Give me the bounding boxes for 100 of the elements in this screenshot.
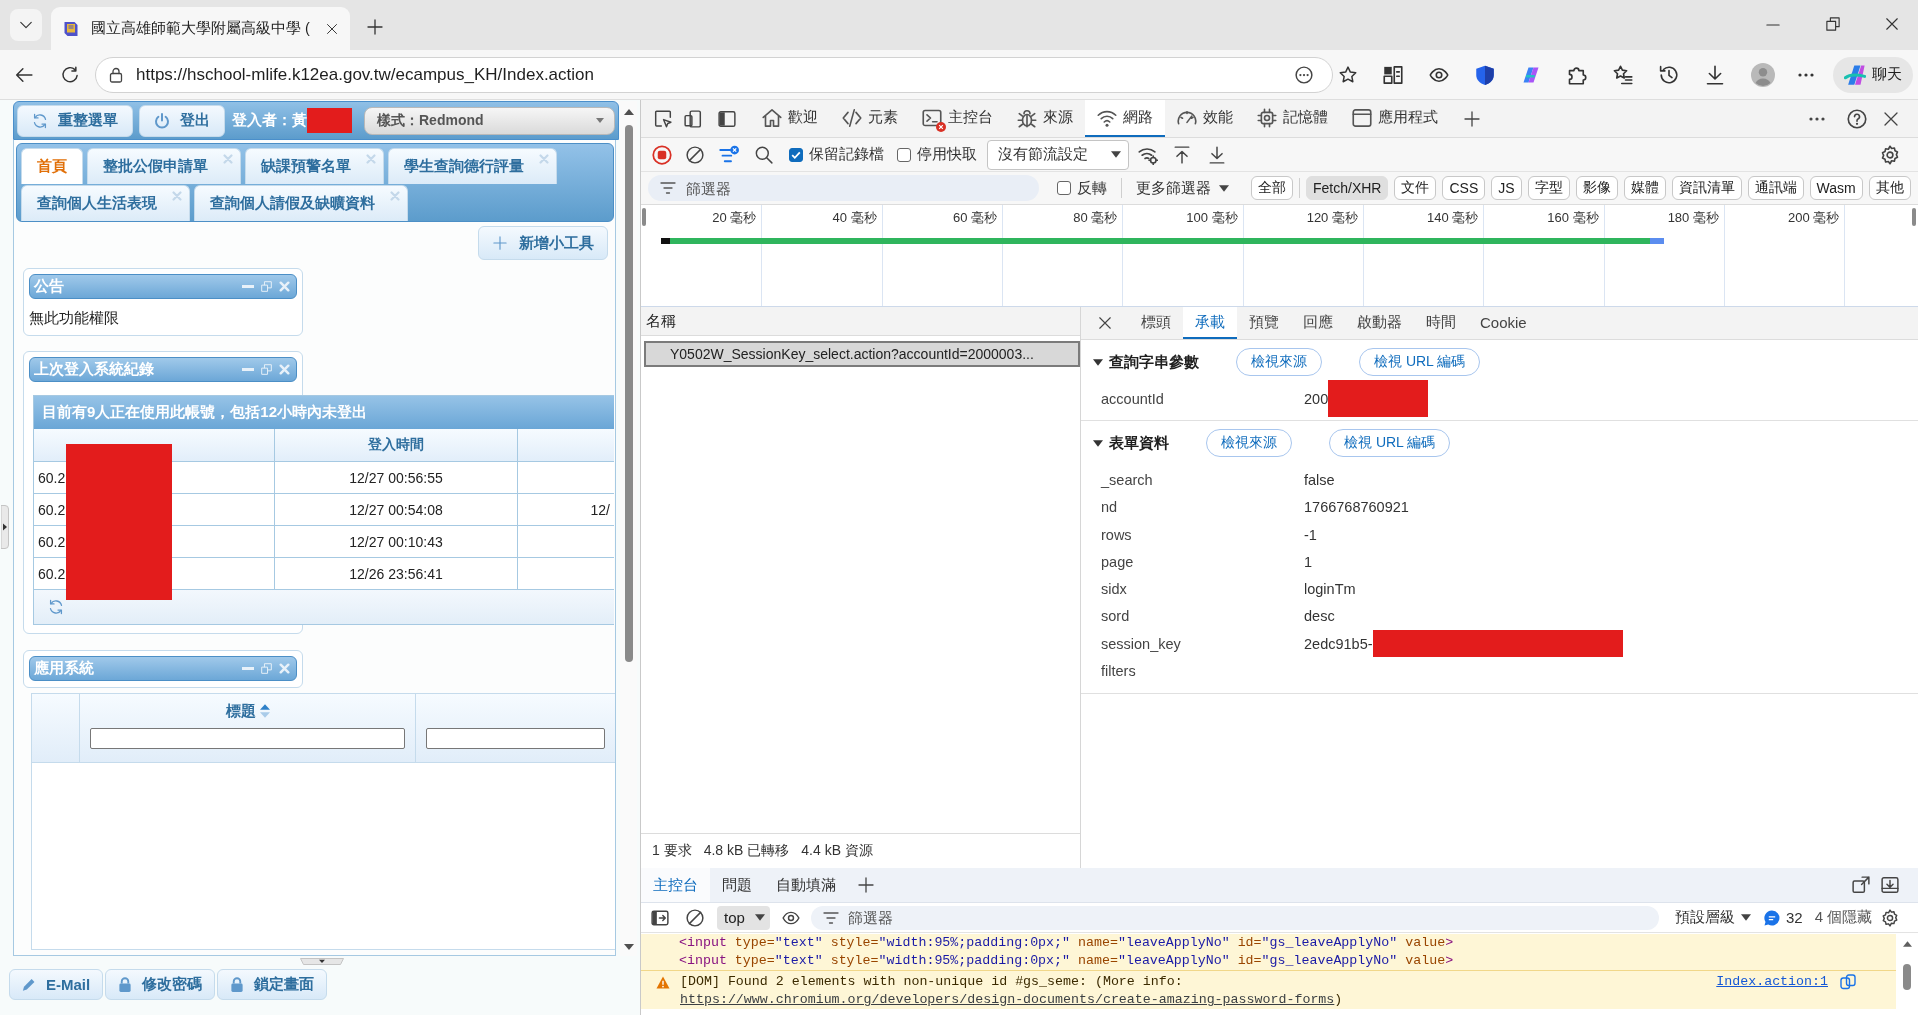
close-icon[interactable] xyxy=(326,22,338,35)
scroll-down-icon[interactable] xyxy=(623,944,634,950)
drawer-tab[interactable]: 自動填滿 xyxy=(764,868,848,902)
footer-button[interactable]: 修改密碼 xyxy=(105,969,216,1000)
tray-icon[interactable] xyxy=(1881,876,1899,894)
view-button[interactable]: 檢視 URL 編碼 xyxy=(1359,348,1481,376)
more-icon[interactable] xyxy=(1798,72,1814,77)
type-filter-button[interactable]: Fetch/XHR xyxy=(1306,176,1389,200)
device-icon[interactable] xyxy=(684,109,702,128)
filter-input[interactable] xyxy=(90,728,405,749)
footer-button[interactable]: E-Mail xyxy=(9,969,104,1000)
collapse-handle[interactable] xyxy=(1,505,9,549)
filter-field[interactable]: 篩選器 xyxy=(811,905,1659,930)
more-circle-icon[interactable] xyxy=(1295,65,1313,84)
sort-icon[interactable] xyxy=(259,704,270,718)
devtools-tab[interactable]: 主控台 xyxy=(910,100,1005,137)
more-icon[interactable] xyxy=(1809,116,1825,121)
favorites-icon[interactable] xyxy=(1613,64,1633,85)
page-tab[interactable]: 查詢個人生活表現 xyxy=(21,185,190,221)
star-icon[interactable] xyxy=(1339,65,1357,84)
section-title[interactable]: 表單資料 xyxy=(1109,433,1169,453)
avatar-icon[interactable] xyxy=(1751,62,1775,87)
clear-icon[interactable] xyxy=(686,145,704,164)
page-tab[interactable]: 查詢個人請假及缺曠資料 xyxy=(194,185,408,221)
upload-icon[interactable] xyxy=(1173,145,1191,164)
tab-list-button[interactable] xyxy=(10,9,42,41)
request-row[interactable]: Y0502W_SessionKey_select.action?accountId=2000003... xyxy=(644,341,1080,367)
hidden-count[interactable]: 4 個隱藏 xyxy=(1814,908,1873,927)
view-button[interactable]: 檢視來源 xyxy=(1206,429,1292,458)
detail-tab[interactable]: 預覽 xyxy=(1237,307,1291,339)
close-icon[interactable] xyxy=(1885,17,1899,31)
type-filter-button[interactable]: 資訊清單 xyxy=(1671,176,1742,200)
download-icon[interactable] xyxy=(1208,145,1226,164)
range-handle[interactable] xyxy=(642,208,646,226)
checkbox[interactable] xyxy=(1057,181,1071,195)
type-filter-button[interactable]: 通訊端 xyxy=(1747,176,1804,200)
type-filter-button[interactable]: 媒體 xyxy=(1623,176,1666,200)
devtools-tab[interactable]: 效能 xyxy=(1165,100,1245,137)
checkbox-label[interactable]: 保留記錄檔 xyxy=(809,145,884,164)
blocks-icon[interactable] xyxy=(1383,64,1403,85)
log-levels-dropdown[interactable]: 預設層級 xyxy=(1675,908,1751,927)
devtools-tab[interactable]: 應用程式 xyxy=(1340,100,1450,137)
sidebar-icon[interactable] xyxy=(718,109,736,128)
add-widget-button[interactable]: 新增小工具 xyxy=(478,226,608,260)
link[interactable]: https://www.chromium.org/developers/design-documents/create-amazing-password-forms xyxy=(680,992,1335,1007)
column-header[interactable]: 標題 xyxy=(80,694,416,762)
toolbar-button[interactable]: 登出 xyxy=(139,104,225,137)
reload-icon[interactable] xyxy=(61,65,79,84)
help-icon[interactable] xyxy=(1847,108,1867,129)
devtools-tab[interactable]: 網路 xyxy=(1085,100,1165,137)
scroll-thumb[interactable] xyxy=(1903,964,1911,990)
type-filter-button[interactable]: Wasm xyxy=(1809,176,1863,200)
scroll-up-icon[interactable] xyxy=(623,109,634,115)
scroll-up-icon[interactable] xyxy=(1902,941,1912,947)
chat-button[interactable]: 聊天 xyxy=(1833,56,1913,93)
overlap-icon[interactable] xyxy=(1840,974,1856,990)
type-filter-button[interactable]: 影像 xyxy=(1575,176,1618,200)
type-filter-button[interactable]: 其他 xyxy=(1868,176,1911,200)
filter-input[interactable] xyxy=(426,728,605,749)
plus-icon[interactable] xyxy=(858,877,874,893)
browser-tab[interactable]: 國立高雄師範大學附屬高級中學 ( xyxy=(51,7,350,50)
close-icon[interactable] xyxy=(1883,110,1899,127)
checkbox[interactable] xyxy=(897,147,911,162)
devtools-tab[interactable]: 元素 xyxy=(830,100,910,137)
scroll-thumb[interactable] xyxy=(624,125,633,662)
theme-select[interactable]: 樣式：Redmond xyxy=(364,106,615,135)
back-icon[interactable] xyxy=(15,65,33,84)
view-button[interactable]: 檢視來源 xyxy=(1236,348,1322,376)
expand-icon[interactable] xyxy=(1093,439,1103,447)
detail-tab[interactable]: 啟動器 xyxy=(1345,307,1414,339)
footer-button[interactable]: 鎖定畫面 xyxy=(217,969,328,1000)
filter-field[interactable]: 篩選器 xyxy=(648,175,1039,201)
history-icon[interactable] xyxy=(1659,64,1679,85)
drawer-tab[interactable]: 主控台 xyxy=(641,868,710,902)
more-filters-button[interactable]: 更多篩選器 xyxy=(1136,178,1229,198)
plus-icon[interactable] xyxy=(1464,110,1480,127)
page-tab[interactable]: 缺課預警名單 xyxy=(245,148,384,184)
shield-icon[interactable] xyxy=(1475,64,1495,85)
toolbar-button[interactable]: 重整選單 xyxy=(17,104,133,137)
view-button[interactable]: 檢視 URL 編碼 xyxy=(1329,429,1451,458)
throttling-select[interactable]: 沒有節流設定 xyxy=(987,139,1129,170)
restore-icon[interactable] xyxy=(1826,17,1840,31)
column-header[interactable] xyxy=(416,694,615,762)
detail-tab[interactable]: 標頭 xyxy=(1129,307,1183,339)
column-header[interactable]: 名稱 xyxy=(641,307,1080,336)
section-title[interactable]: 查詢字串參數 xyxy=(1109,352,1199,372)
devtools-tab[interactable]: 來源 xyxy=(1005,100,1085,137)
plus-icon[interactable] xyxy=(367,19,383,35)
download-icon[interactable] xyxy=(1705,64,1725,85)
type-filter-button[interactable]: JS xyxy=(1491,176,1522,200)
expand-icon[interactable] xyxy=(1093,358,1103,366)
type-filter-button[interactable]: 文件 xyxy=(1394,176,1437,200)
detail-tab[interactable]: 承載 xyxy=(1183,307,1237,339)
close-icon[interactable] xyxy=(1098,316,1112,330)
settings-icon[interactable] xyxy=(1881,908,1899,927)
filter-icon[interactable] xyxy=(719,144,739,165)
type-filter-button[interactable]: 字型 xyxy=(1527,176,1570,200)
type-filter-button[interactable]: 全部 xyxy=(1251,176,1293,200)
drawer-tab[interactable]: 問題 xyxy=(710,868,764,902)
page-tab[interactable]: 整批公假申請單 xyxy=(87,148,241,184)
